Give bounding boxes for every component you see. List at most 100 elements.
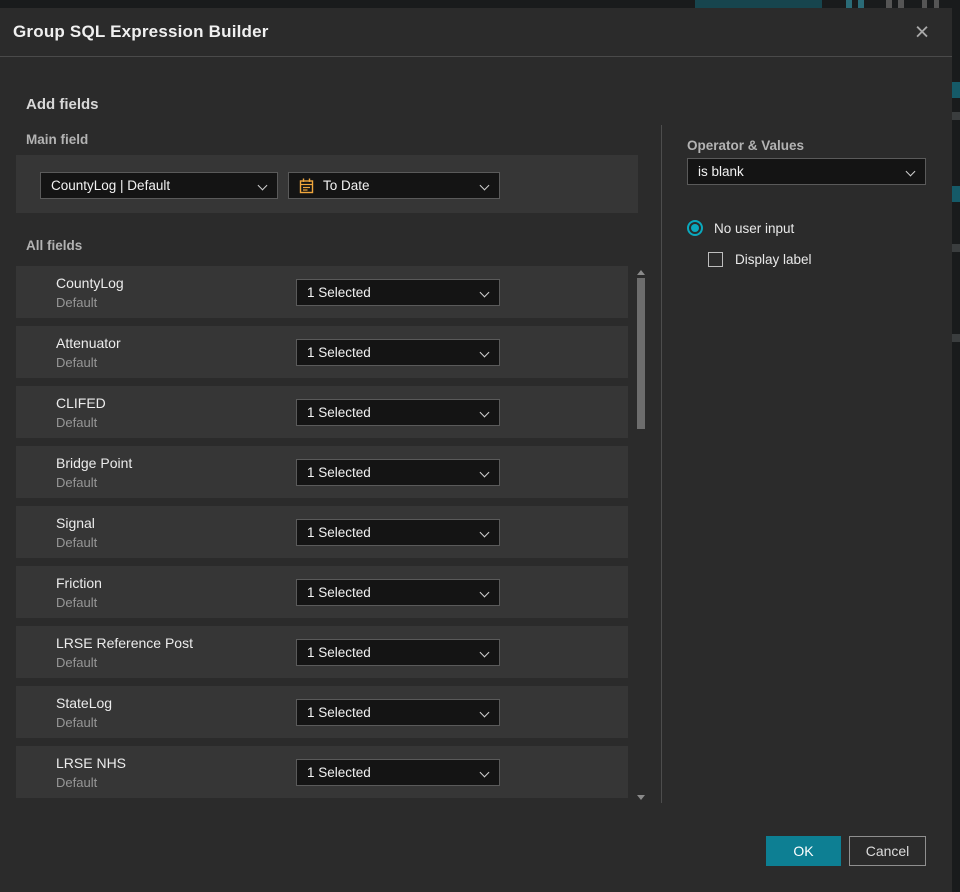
background-fragment [952,334,960,342]
display-label-label: Display label [735,252,812,267]
field-name: CountyLog [56,275,124,291]
field-name: Signal [56,515,95,531]
operator-dropdown[interactable]: is blank [687,158,926,185]
field-subtitle: Default [56,595,98,610]
calendar-icon [299,178,314,193]
field-name: Bridge Point [56,455,133,471]
field-subtitle: Default [56,775,98,790]
scroll-up-icon[interactable] [637,270,645,275]
field-row: LRSE Reference Post Default 1 Selected [16,626,628,678]
toolbar-icon-fragment [846,0,852,8]
field-name: LRSE NHS [56,755,127,771]
main-field-dropdown-value: CountyLog | Default [51,178,171,193]
screen: Live view Group SQL Expression Builder ×… [0,0,960,892]
field-row: Signal Default 1 Selected [16,506,628,558]
field-selected-value: 1 Selected [307,585,371,600]
field-selected-value: 1 Selected [307,645,371,660]
field-row: Bridge Point Default 1 Selected [16,446,628,498]
chevron-down-icon [479,707,490,718]
display-label-checkbox[interactable]: Display label [708,252,812,267]
live-view-label: Live view [742,0,787,3]
dialog-header: Group SQL Expression Builder × [0,8,952,57]
close-icon[interactable]: × [904,12,940,52]
live-view-button[interactable]: Live view [695,0,822,8]
dialog-title: Group SQL Expression Builder [13,22,269,41]
field-selected-dropdown[interactable]: 1 Selected [296,339,500,366]
panel-divider [661,125,662,803]
field-selected-dropdown[interactable]: 1 Selected [296,699,500,726]
field-selected-value: 1 Selected [307,405,371,420]
field-subtitle: Default [56,415,98,430]
background-right-sliver [952,8,960,892]
field-selected-dropdown[interactable]: 1 Selected [296,579,500,606]
chevron-down-icon [479,180,490,191]
field-selected-dropdown[interactable]: 1 Selected [296,639,500,666]
toolbar-icon-fragment [858,0,864,8]
field-name: Friction [56,575,102,591]
field-row: CLIFED Default 1 Selected [16,386,628,438]
checkbox-unchecked-icon [708,252,723,267]
background-fragment [952,112,960,120]
field-selected-dropdown[interactable]: 1 Selected [296,519,500,546]
field-subtitle: Default [56,535,98,550]
ok-button[interactable]: OK [766,836,841,866]
field-subtitle: Default [56,475,98,490]
field-selected-dropdown[interactable]: 1 Selected [296,279,500,306]
date-field-dropdown[interactable]: To Date [288,172,500,199]
chevron-down-icon [479,587,490,598]
field-selected-value: 1 Selected [307,465,371,480]
background-toolbar-sliver: Live view [0,0,960,8]
background-fragment [952,186,960,202]
add-fields-heading: Add fields [26,96,99,113]
radio-selected-icon [687,220,703,236]
background-fragment [952,82,960,98]
toolbar-icon-fragment [922,0,927,8]
main-field-dropdown[interactable]: CountyLog | Default [40,172,278,199]
field-selected-value: 1 Selected [307,285,371,300]
field-name: CLIFED [56,395,106,411]
field-row: CountyLog Default 1 Selected [16,266,628,318]
toolbar-icon-fragment [898,0,904,8]
chevron-down-icon [479,287,490,298]
field-selected-dropdown[interactable]: 1 Selected [296,459,500,486]
operator-values-label: Operator & Values [687,138,805,153]
field-row: Attenuator Default 1 Selected [16,326,628,378]
field-selected-value: 1 Selected [307,345,371,360]
chevron-down-icon [905,166,916,177]
operator-dropdown-value: is blank [698,164,744,179]
field-row: Friction Default 1 Selected [16,566,628,618]
chevron-down-icon [479,347,490,358]
field-selected-value: 1 Selected [307,765,371,780]
all-fields-list: CountyLog Default 1 Selected Attenuator … [16,266,628,798]
field-subtitle: Default [56,715,98,730]
field-row: LRSE NHS Default 1 Selected [16,746,628,798]
field-selected-dropdown[interactable]: 1 Selected [296,399,500,426]
chevron-down-icon [479,467,490,478]
field-subtitle: Default [56,655,98,670]
scrollbar-thumb[interactable] [637,278,645,429]
all-fields-label: All fields [26,238,83,253]
list-scrollbar[interactable] [635,268,647,800]
field-selected-dropdown[interactable]: 1 Selected [296,759,500,786]
no-user-input-radio[interactable]: No user input [687,220,794,236]
field-selected-value: 1 Selected [307,705,371,720]
chevron-down-icon [479,767,490,778]
field-row: StateLog Default 1 Selected [16,686,628,738]
chevron-down-icon [257,180,268,191]
field-name: LRSE Reference Post [56,635,193,651]
main-field-label: Main field [26,132,89,147]
chevron-down-icon [479,527,490,538]
chevron-down-icon [479,407,490,418]
toolbar-icon-fragment [886,0,892,8]
field-subtitle: Default [56,295,98,310]
group-sql-expression-builder-dialog: Group SQL Expression Builder × Add field… [0,8,952,892]
date-dropdown-value: To Date [323,178,370,193]
no-user-input-label: No user input [714,220,795,236]
field-name: Attenuator [56,335,121,351]
cancel-button[interactable]: Cancel [849,836,926,866]
background-fragment [952,244,960,252]
field-name: StateLog [56,695,113,711]
scroll-down-icon[interactable] [637,795,645,800]
field-subtitle: Default [56,355,98,370]
toolbar-icon-fragment [934,0,939,8]
